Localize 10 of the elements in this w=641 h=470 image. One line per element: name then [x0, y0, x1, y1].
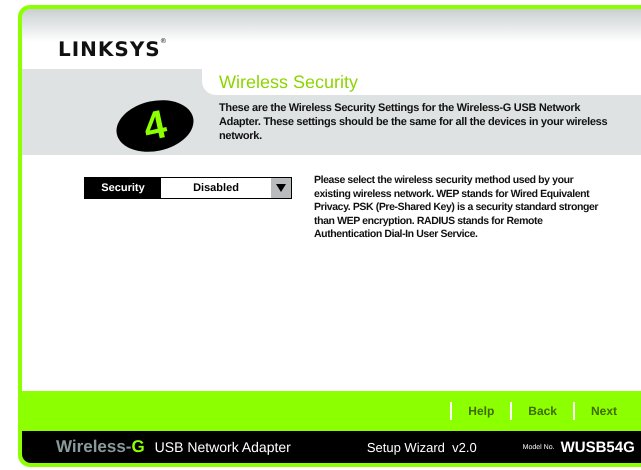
registered-mark: ®	[160, 38, 166, 45]
model-number: WUSB54G	[560, 438, 635, 456]
wizard-version: Setup Wizard v2.0	[366, 440, 477, 454]
product-brand: Wireless-G	[56, 437, 145, 457]
intro-text: These are the Wireless Security Settings for the Wireless-G USB Network Adapter. These settings should be the same for all the devices in your wireless network.	[219, 101, 608, 143]
help-text: Please select the wireless security method used by your existing wireless network. WEP stands for Wired Equivalent Privacy. PSK (Pre-Shared Key) is a security standard stronger than WEP encryption. RADIUS stands for Remote Authentication Dial-In User Service.	[314, 174, 600, 242]
security-label: Security	[85, 178, 161, 198]
linksys-logo: LINKSYS	[58, 37, 161, 61]
page-title: Wireless Security	[219, 72, 358, 92]
product-name: USB Network Adapter	[154, 439, 291, 455]
